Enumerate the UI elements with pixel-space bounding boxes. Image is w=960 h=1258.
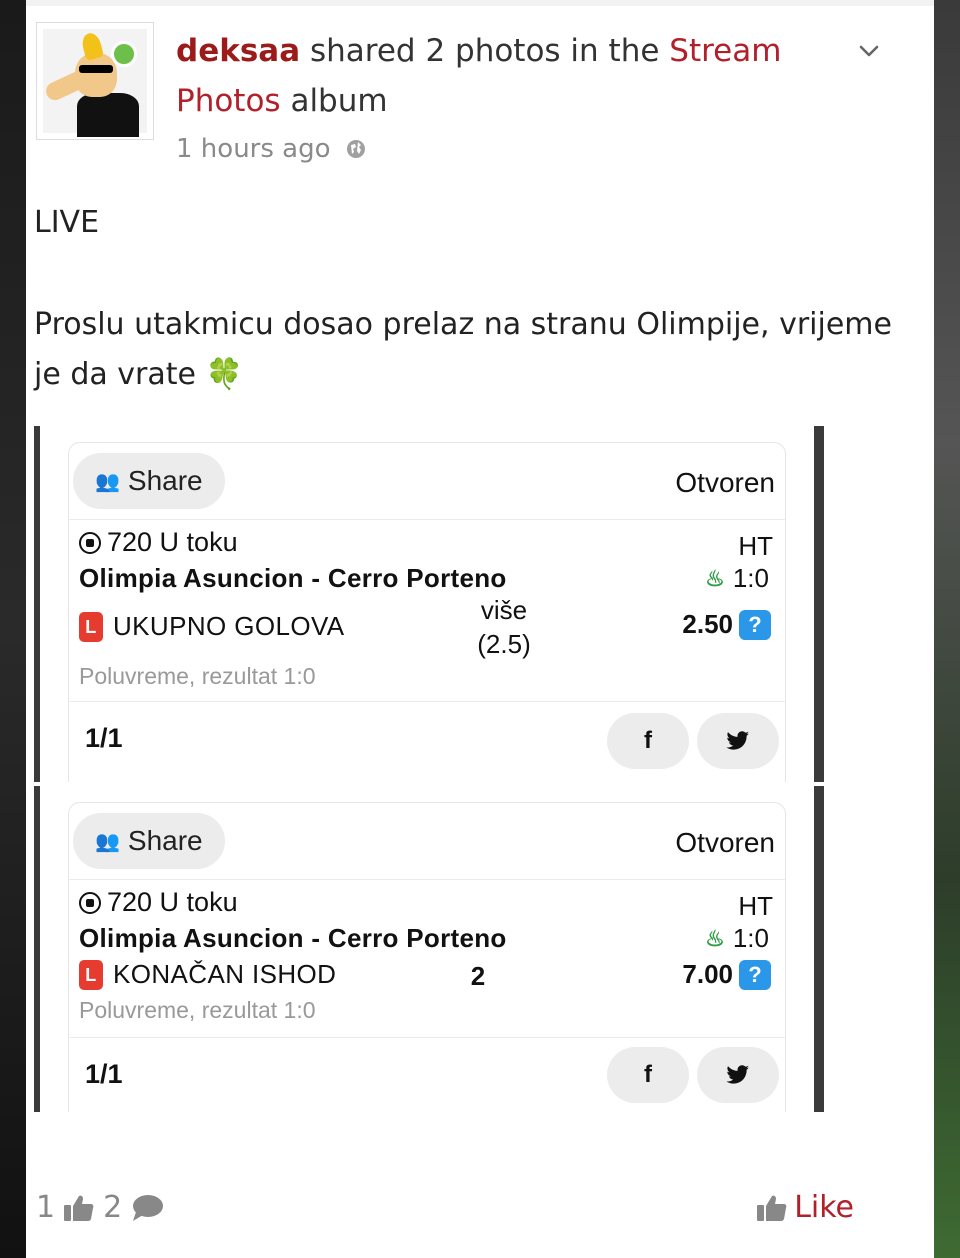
share-button[interactable]: 👥 Share [73,453,225,509]
likes-count[interactable]: 1 [36,1190,55,1225]
post-text-body: Proslu utakmicu dosao prelaz na stranu O… [34,307,892,392]
background-right [934,0,960,1258]
ticket-note: Poluvreme, rezultat 1:0 [79,997,316,1023]
market: L UKUPNO GOLOVA [79,611,345,642]
odds: 7.00 ? [682,959,771,990]
score-text: 1:0 [732,563,769,593]
online-status-dot [111,41,137,67]
market-name: KONAČAN ISHOD [113,959,337,989]
match-id: 720 U toku [79,527,238,558]
twitter-icon [726,1065,749,1084]
share-people-icon: 👥 [95,470,120,493]
score-text: 1:0 [732,923,769,953]
facebook-share-button[interactable]: f [607,1047,689,1103]
globe-icon [346,140,365,158]
match-period: HT [738,891,773,921]
pick-value: 2 [470,961,486,991]
flame-icon: ♨ [705,565,725,591]
thumbs-up-icon [64,1195,94,1221]
ticket-card-2: 👥 Share Otvoren 720 U toku HT Olimpia As… [68,802,786,1112]
ticket-note: Poluvreme, rezultat 1:0 [79,663,316,689]
page-number: 1/1 [85,1059,123,1089]
pick-value: više [480,595,528,625]
facebook-share-button[interactable]: f [607,713,689,769]
avatar[interactable] [36,22,154,140]
like-label: Like [794,1190,854,1225]
photo-1[interactable]: 👥 Share Otvoren 720 U toku HT Olimpia As… [34,426,824,782]
pick-line: (2.5) [477,629,531,659]
twitter-share-button[interactable] [697,713,779,769]
facebook-icon: f [644,1061,652,1088]
match-id-text: 720 U toku [107,887,238,917]
live-badge: L [79,611,103,642]
match-period: HT [738,531,773,561]
share-label: Share [127,465,203,496]
help-badge[interactable]: ? [739,609,771,640]
twitter-share-button[interactable] [697,1047,779,1103]
photo-2[interactable]: 👥 Share Otvoren 720 U toku HT Olimpia As… [34,786,824,1112]
help-badge[interactable]: ? [739,959,771,990]
facebook-icon: f [644,727,652,754]
divider [69,1037,785,1038]
post-stats: 1 2 [36,1190,164,1225]
match-id-text: 720 U toku [107,527,238,557]
ticket-status: Otvoren [675,827,775,858]
divider [69,519,785,520]
odds: 2.50 ? [682,609,771,640]
divider [69,701,785,702]
pick: više (2.5) [469,593,539,661]
background-left [0,0,26,1258]
pick: 2 [463,959,493,993]
odds-value: 7.00 [682,959,733,989]
page-number: 1/1 [85,723,123,753]
twitter-icon [726,731,749,750]
ticket-card-1: 👥 Share Otvoren 720 U toku HT Olimpia As… [68,442,786,782]
share-people-icon: 👥 [95,830,120,853]
like-button[interactable]: Like [756,1190,854,1225]
comments-count[interactable]: 2 [103,1190,122,1225]
flame-icon: ♨ [705,925,725,951]
market-name: UKUPNO GOLOVA [113,611,345,641]
time-text: 1 hours ago [176,134,331,164]
market: L KONAČAN ISHOD [79,959,336,990]
live-badge: L [79,959,103,990]
album-suffix: album [280,83,388,119]
ticket-status: Otvoren [675,467,775,498]
post-headline: deksaa shared 2 photos in the Stream Pho… [176,26,796,126]
comment-bubble-icon [133,1194,164,1221]
post-text-live: LIVE [34,205,100,240]
match-score: ♨ 1:0 [705,563,769,594]
action-text: shared 2 photos in the [300,33,670,69]
share-label: Share [127,825,203,856]
match-name: Olimpia Asuncion - Cerro Porteno [79,563,507,593]
match-id: 720 U toku [79,887,238,918]
chevron-down-icon[interactable] [858,40,880,62]
match-name: Olimpia Asuncion - Cerro Porteno [79,923,507,953]
soccer-ball-icon [79,531,101,554]
share-button[interactable]: 👥 Share [73,813,225,869]
odds-value: 2.50 [682,609,733,639]
thumbs-up-icon [757,1195,787,1221]
post-time[interactable]: 1 hours ago [176,134,367,164]
divider [69,879,785,880]
soccer-ball-icon [79,891,101,914]
username-link[interactable]: deksaa [176,33,300,69]
match-score: ♨ 1:0 [705,923,769,954]
